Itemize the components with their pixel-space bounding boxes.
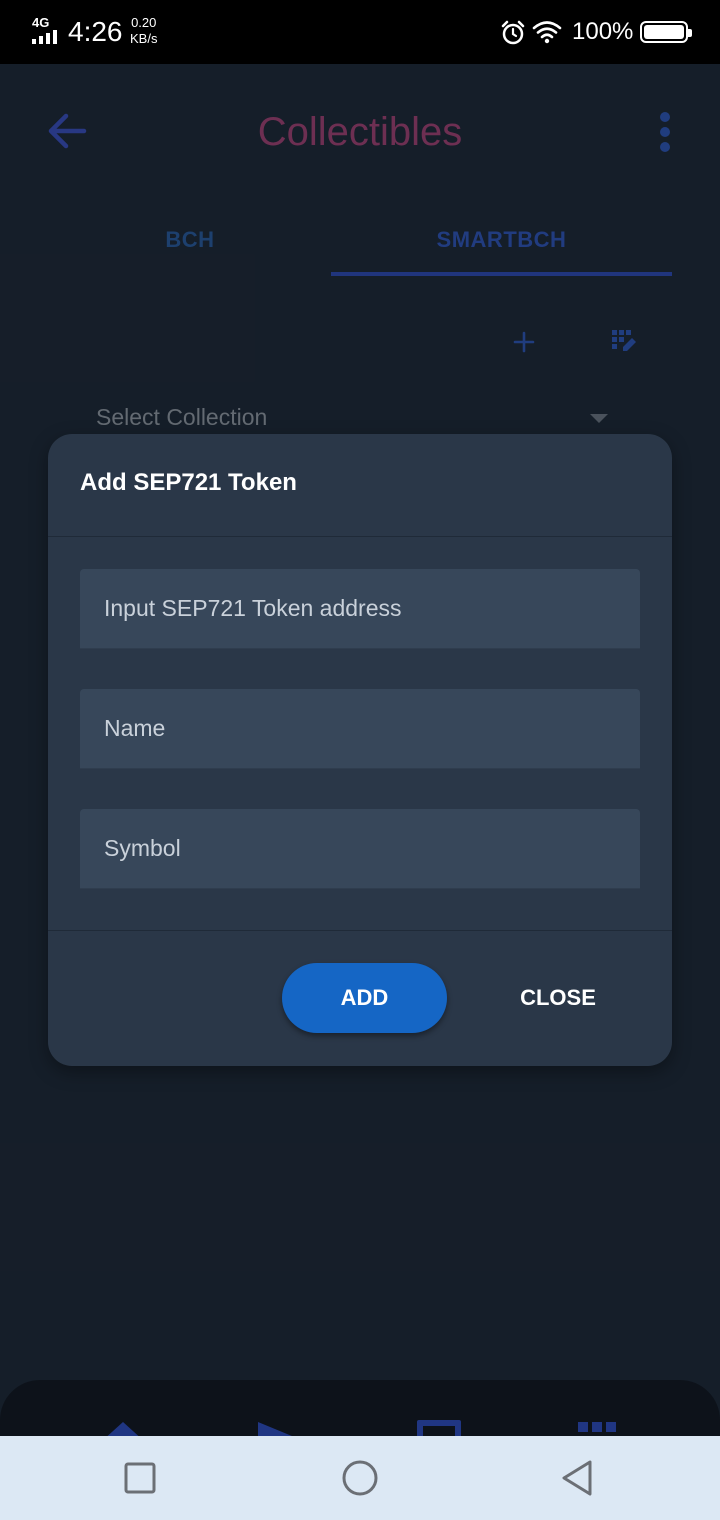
wifi-icon [532, 21, 562, 44]
token-symbol-input[interactable] [80, 809, 640, 889]
token-name-input[interactable] [80, 689, 640, 769]
add-token-dialog: Add SEP721 Token ADD CLOSE [48, 434, 672, 1066]
network-speed: 0.20 KB/s [130, 15, 157, 47]
signal-icon: 4G [30, 16, 62, 46]
dialog-title: Add SEP721 Token [80, 469, 297, 496]
network-type: 4G [32, 15, 50, 30]
home-circle-icon[interactable] [338, 1456, 382, 1500]
token-address-input[interactable] [80, 569, 640, 649]
recents-icon[interactable] [118, 1456, 162, 1500]
dialog-divider-bottom [48, 930, 672, 931]
dialog-divider-top [48, 536, 672, 537]
back-triangle-icon[interactable] [556, 1456, 600, 1500]
status-bar: 4G 4:26 0.20 KB/s 100% [0, 0, 720, 64]
battery-percent: 100% [572, 18, 634, 45]
alarm-icon [501, 20, 525, 45]
status-time: 4:26 [68, 16, 123, 47]
close-button[interactable]: CLOSE [478, 963, 638, 1033]
speed-unit: KB/s [130, 31, 158, 46]
battery-icon [640, 21, 692, 43]
system-nav-bar [0, 1436, 720, 1520]
speed-value: 0.20 [131, 15, 157, 30]
add-button[interactable]: ADD [282, 963, 447, 1033]
